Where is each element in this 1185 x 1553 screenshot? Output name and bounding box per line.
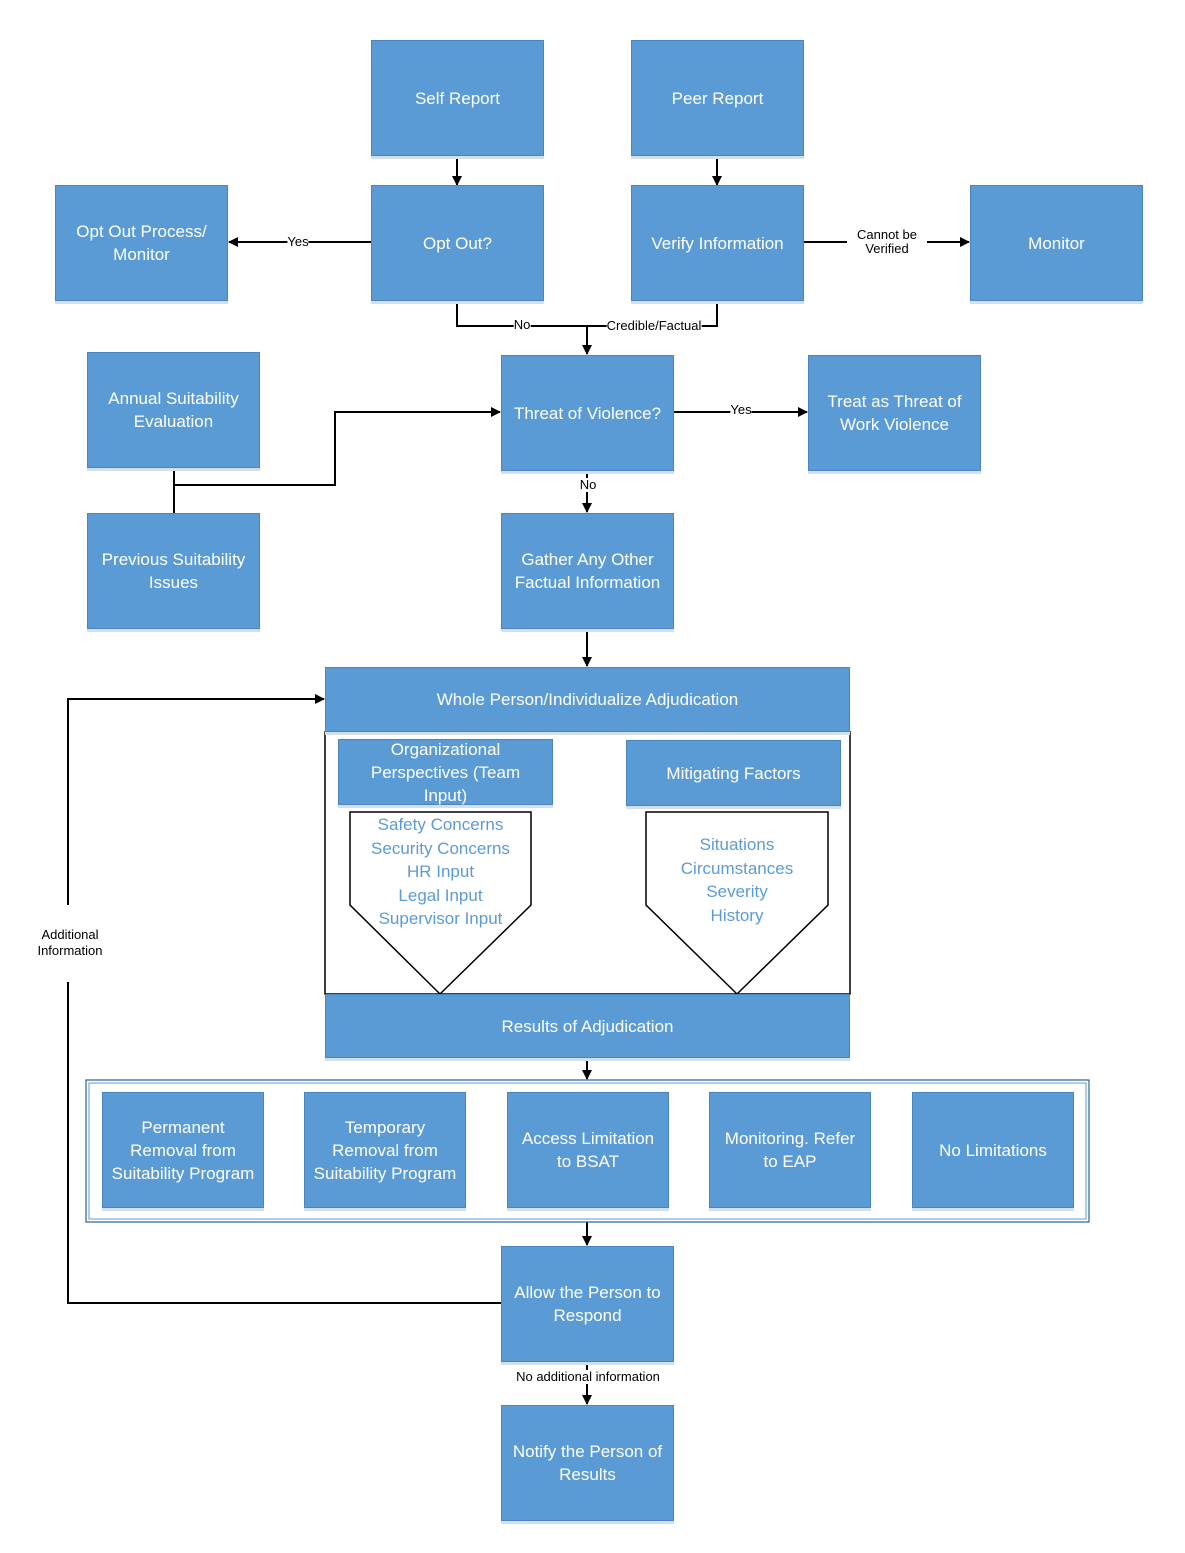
outcome-box: Monitoring. Refer to EAP bbox=[709, 1092, 871, 1208]
label-threat-no: No bbox=[579, 477, 597, 492]
org-items-list: Safety Concerns Security Concerns HR Inp… bbox=[350, 813, 531, 931]
mitigating-item: Situations bbox=[699, 835, 775, 854]
node-annual-evaluation: Annual Suitability Evaluation bbox=[87, 352, 260, 468]
node-org-perspectives: Organizational Perspectives (Team Input) bbox=[338, 739, 553, 805]
node-monitor: Monitor bbox=[970, 185, 1143, 301]
edge-additional-whole bbox=[67, 694, 325, 905]
mitigating-items-list: Situations Circumstances Severity Histor… bbox=[646, 833, 828, 927]
mitigating-item: Severity bbox=[706, 882, 768, 901]
outcome-box: No Limitations bbox=[912, 1092, 1074, 1208]
label-cannot-verify: Cannot be Verified bbox=[847, 228, 927, 256]
node-opt-out: Opt Out? bbox=[371, 185, 544, 301]
node-whole-person: Whole Person/Individualize Adjudication bbox=[325, 667, 850, 732]
node-verify-information: Verify Information bbox=[631, 185, 804, 301]
node-notify-results: Notify the Person of Results bbox=[501, 1405, 674, 1521]
node-peer-report: Peer Report bbox=[631, 40, 804, 156]
org-item: Security Concerns bbox=[371, 838, 510, 858]
node-self-report: Self Report bbox=[371, 40, 544, 156]
node-previous-issues: Previous Suitability Issues bbox=[87, 513, 260, 629]
outcome-box: Permanent Removal from Suitability Progr… bbox=[102, 1092, 264, 1208]
node-treat-as-threat: Treat as Threat of Work Violence bbox=[808, 355, 981, 471]
node-opt-out-process: Opt Out Process/ Monitor bbox=[55, 185, 228, 301]
label-threat-yes: Yes bbox=[730, 402, 752, 417]
label-opt-yes: Yes bbox=[287, 234, 309, 249]
node-threat-of-violence: Threat of Violence? bbox=[501, 355, 674, 471]
flowchart: Self Report Peer Report Opt Out Process/… bbox=[0, 0, 1185, 1553]
label-opt-no: No bbox=[513, 317, 531, 332]
org-item: Legal Input bbox=[398, 885, 483, 905]
outcome-box: Access Limitation to BSAT bbox=[507, 1092, 669, 1208]
node-mitigating-factors: Mitigating Factors bbox=[626, 740, 841, 806]
org-item: Safety Concerns bbox=[377, 815, 504, 834]
node-results: Results of Adjudication bbox=[325, 994, 850, 1058]
org-item: Supervisor Input bbox=[378, 909, 503, 928]
label-additional-info: Additional Information bbox=[25, 927, 115, 959]
outcome-box: Temporary Removal from Suitability Progr… bbox=[304, 1092, 466, 1208]
node-gather-information: Gather Any Other Factual Information bbox=[501, 513, 674, 629]
label-no-additional: No additional information bbox=[516, 1369, 660, 1384]
mitigating-item: History bbox=[710, 905, 764, 925]
mitigating-item: Circumstances bbox=[680, 858, 794, 878]
node-allow-respond: Allow the Person to Respond bbox=[501, 1246, 674, 1362]
org-item: HR Input bbox=[406, 862, 475, 881]
label-credible: Credible/Factual bbox=[606, 318, 702, 333]
